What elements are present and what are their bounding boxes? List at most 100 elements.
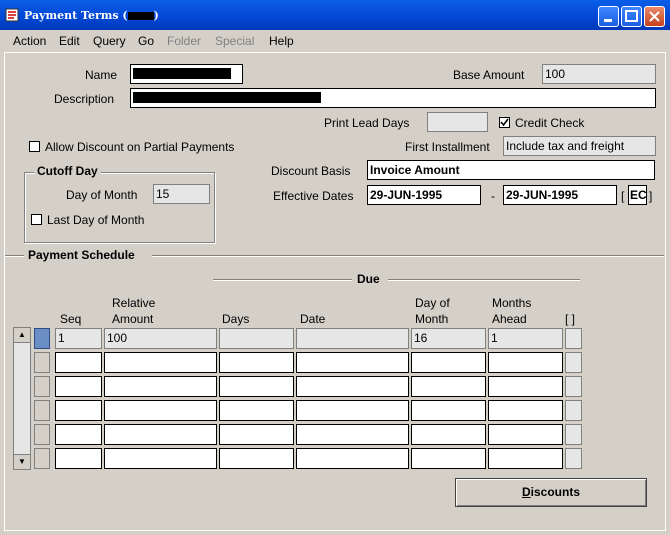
cell-days[interactable] bbox=[219, 352, 294, 373]
dff-open-bracket: [ bbox=[621, 189, 625, 203]
due-divider-left bbox=[213, 279, 352, 281]
maximize-icon bbox=[625, 10, 638, 22]
last-day-of-month-checkbox[interactable] bbox=[31, 214, 42, 225]
cell-day-of-month[interactable] bbox=[411, 448, 486, 469]
menu-action[interactable]: Action bbox=[13, 34, 46, 48]
effective-dates-label: Effective Dates bbox=[273, 189, 354, 203]
cell-relative-amount[interactable] bbox=[104, 448, 217, 469]
col-days: Days bbox=[222, 312, 250, 326]
print-lead-days-label: Print Lead Days bbox=[324, 116, 410, 130]
print-lead-days-field[interactable] bbox=[427, 112, 488, 132]
redacted-title bbox=[127, 12, 154, 20]
cell-day-of-month[interactable] bbox=[411, 400, 486, 421]
redacted-description bbox=[133, 92, 321, 103]
cell-relative-amount[interactable] bbox=[104, 424, 217, 445]
cell-dff[interactable] bbox=[565, 376, 582, 397]
name-label: Name bbox=[85, 68, 118, 82]
close-icon bbox=[649, 11, 660, 22]
scroll-down-button[interactable]: ▼ bbox=[13, 454, 31, 470]
first-installment-field[interactable]: Include tax and freight bbox=[503, 136, 656, 156]
col-day-of-month-line2: Month bbox=[415, 312, 449, 326]
last-day-of-month-label: Last Day of Month bbox=[47, 213, 145, 227]
cell-relative-amount[interactable] bbox=[104, 352, 217, 373]
cell-date[interactable] bbox=[296, 352, 409, 373]
cell-date[interactable] bbox=[296, 376, 409, 397]
cell-date[interactable] bbox=[296, 424, 409, 445]
effective-from-field[interactable]: 29-JUN-1995 bbox=[367, 185, 481, 205]
cell-relative-amount[interactable] bbox=[104, 400, 217, 421]
cell-seq[interactable] bbox=[55, 376, 102, 397]
cell-days[interactable] bbox=[219, 400, 294, 421]
cell-months-ahead[interactable] bbox=[488, 376, 563, 397]
col-dff: [ ] bbox=[565, 312, 576, 326]
menu-edit[interactable]: Edit bbox=[59, 34, 80, 48]
day-of-month-label: Day of Month bbox=[66, 188, 138, 202]
name-field[interactable] bbox=[130, 64, 243, 84]
cell-days[interactable] bbox=[219, 328, 294, 349]
first-installment-label: First Installment bbox=[405, 140, 490, 154]
cell-months-ahead[interactable]: 1 bbox=[488, 328, 563, 349]
cell-months-ahead[interactable] bbox=[488, 400, 563, 421]
cell-relative-amount[interactable] bbox=[104, 376, 217, 397]
cell-dff[interactable] bbox=[565, 328, 582, 349]
col-months-ahead-line1: Months bbox=[492, 296, 532, 310]
menu-help[interactable]: Help bbox=[269, 34, 294, 48]
row-selector[interactable] bbox=[34, 352, 50, 373]
allow-discount-checkbox[interactable] bbox=[29, 141, 40, 152]
maximize-button[interactable] bbox=[621, 6, 642, 27]
day-of-month-field[interactable]: 15 bbox=[153, 184, 210, 204]
descriptive-flexfield[interactable]: EC bbox=[628, 185, 647, 205]
cell-dff[interactable] bbox=[565, 400, 582, 421]
col-months-ahead-line2: Ahead bbox=[492, 312, 527, 326]
cell-seq[interactable] bbox=[55, 400, 102, 421]
cell-months-ahead[interactable] bbox=[488, 424, 563, 445]
cell-day-of-month[interactable] bbox=[411, 376, 486, 397]
menu-query[interactable]: Query bbox=[93, 34, 126, 48]
discount-basis-field[interactable]: Invoice Amount bbox=[367, 160, 655, 180]
menu-folder: Folder bbox=[167, 34, 202, 48]
cutoff-day-group bbox=[24, 172, 215, 243]
row-selector-current[interactable] bbox=[34, 328, 50, 349]
menu-go[interactable]: Go bbox=[138, 34, 154, 48]
checkmark-icon bbox=[500, 118, 509, 127]
minimize-button[interactable] bbox=[598, 6, 619, 27]
cell-months-ahead[interactable] bbox=[488, 352, 563, 373]
row-selector[interactable] bbox=[34, 448, 50, 469]
cell-day-of-month[interactable] bbox=[411, 424, 486, 445]
col-relative-amount-line1: Relative bbox=[112, 296, 156, 310]
menu-special: Special bbox=[215, 34, 255, 48]
cell-date[interactable] bbox=[296, 400, 409, 421]
close-button[interactable] bbox=[644, 6, 665, 27]
cell-days[interactable] bbox=[219, 376, 294, 397]
schedule-scrollbar[interactable] bbox=[13, 327, 31, 470]
cell-days[interactable] bbox=[219, 448, 294, 469]
redacted-name bbox=[133, 68, 231, 79]
cell-dff[interactable] bbox=[565, 424, 582, 445]
cell-dff[interactable] bbox=[565, 448, 582, 469]
cell-date[interactable] bbox=[296, 328, 409, 349]
cell-seq[interactable] bbox=[55, 448, 102, 469]
cell-months-ahead[interactable] bbox=[488, 448, 563, 469]
row-selector[interactable] bbox=[34, 376, 50, 397]
cell-date[interactable] bbox=[296, 448, 409, 469]
discounts-button[interactable]: Discounts bbox=[455, 478, 647, 507]
cell-seq[interactable] bbox=[55, 424, 102, 445]
cell-day-of-month[interactable]: 16 bbox=[411, 328, 486, 349]
cell-relative-amount[interactable]: 100 bbox=[104, 328, 217, 349]
cell-day-of-month[interactable] bbox=[411, 352, 486, 373]
description-field[interactable] bbox=[130, 88, 656, 108]
effective-to-field[interactable]: 29-JUN-1995 bbox=[503, 185, 617, 205]
dff-close-bracket: ] bbox=[649, 189, 653, 203]
discounts-label: iscounts bbox=[530, 485, 580, 499]
cell-seq[interactable]: 1 bbox=[55, 328, 102, 349]
cell-seq[interactable] bbox=[55, 352, 102, 373]
credit-check-checkbox[interactable] bbox=[499, 117, 510, 128]
scroll-up-button[interactable]: ▲ bbox=[13, 327, 31, 343]
row-selector[interactable] bbox=[34, 424, 50, 445]
window-title: Payment Terms () bbox=[24, 9, 159, 22]
cell-days[interactable] bbox=[219, 424, 294, 445]
row-selector[interactable] bbox=[34, 400, 50, 421]
cell-dff[interactable] bbox=[565, 352, 582, 373]
base-amount-field[interactable]: 100 bbox=[542, 64, 656, 84]
base-amount-label: Base Amount bbox=[453, 68, 525, 82]
